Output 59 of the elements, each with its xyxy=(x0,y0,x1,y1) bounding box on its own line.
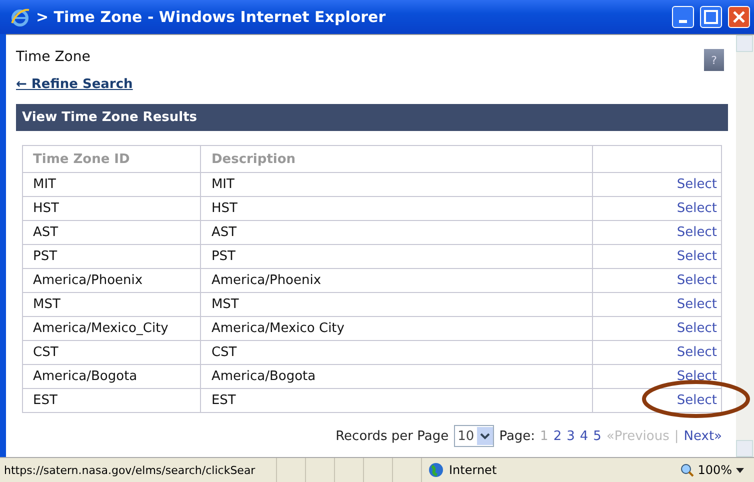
page-link[interactable]: 5 xyxy=(593,428,602,444)
section-header: View Time Zone Results xyxy=(16,104,728,131)
globe-icon xyxy=(428,462,444,478)
zoom-icon xyxy=(680,463,694,477)
table-cell: AST xyxy=(200,220,592,244)
select-link[interactable]: Select xyxy=(676,201,717,216)
page-link[interactable]: 4 xyxy=(580,428,588,444)
close-button[interactable] xyxy=(728,6,750,28)
separator: | xyxy=(674,428,679,444)
table-cell: CST xyxy=(200,340,592,364)
records-per-page-label: Records per Page xyxy=(336,428,449,444)
table-cell: America/Bogota xyxy=(22,364,201,388)
records-per-page-dropdown[interactable]: 10 xyxy=(454,425,494,447)
table-cell: EST xyxy=(200,388,592,412)
table-cell: CST xyxy=(22,340,201,364)
select-link[interactable]: Select xyxy=(676,177,717,192)
select-link[interactable]: Select xyxy=(676,297,717,312)
page-label: Page: xyxy=(499,428,536,444)
browser-icon xyxy=(10,7,30,27)
select-link[interactable]: Select xyxy=(676,369,717,384)
maximize-button[interactable] xyxy=(700,6,722,28)
zoom-level: 100% xyxy=(698,463,732,477)
window-title: > Time Zone - Windows Internet Explorer xyxy=(36,8,387,26)
refine-search-link[interactable]: ← Refine Search xyxy=(16,77,133,92)
column-header: Time Zone ID xyxy=(22,146,201,172)
table-cell: MIT xyxy=(200,172,592,196)
select-link[interactable]: Select xyxy=(676,225,717,240)
minimize-icon xyxy=(679,20,687,22)
table-cell: America/Phoenix xyxy=(200,268,592,292)
table-cell: AST xyxy=(22,220,201,244)
table-cell: America/Phoenix xyxy=(22,268,201,292)
maximize-icon xyxy=(704,10,718,24)
column-header: Description xyxy=(200,146,592,172)
select-link[interactable]: Select xyxy=(676,273,717,288)
table-cell: MST xyxy=(22,292,201,316)
table-cell: America/Mexico_City xyxy=(22,316,201,340)
table-cell: MIT xyxy=(22,172,201,196)
select-link[interactable]: Select xyxy=(676,321,717,336)
table-cell: America/Bogota xyxy=(200,364,592,388)
page-title: Time Zone xyxy=(16,49,90,65)
table-cell: PST xyxy=(200,244,592,268)
table-cell: EST xyxy=(22,388,201,412)
page-link[interactable]: 3 xyxy=(566,428,575,444)
table-cell: HST xyxy=(22,196,201,220)
select-link[interactable]: Select xyxy=(676,393,717,408)
chevron-down-icon xyxy=(480,432,490,440)
close-icon xyxy=(733,11,745,23)
security-zone: Internet xyxy=(449,463,497,477)
select-link[interactable]: Select xyxy=(676,345,717,360)
table-cell: HST xyxy=(200,196,592,220)
table-cell: America/Mexico City xyxy=(200,316,592,340)
select-link[interactable]: Select xyxy=(676,249,717,264)
table-cell: MST xyxy=(200,292,592,316)
dropdown-icon xyxy=(736,468,744,472)
minimize-button[interactable] xyxy=(672,6,694,28)
page-link[interactable]: 2 xyxy=(553,428,562,444)
status-url: https://satern.nasa.gov/elms/search/clickSear xyxy=(3,464,256,476)
table-cell: PST xyxy=(22,244,201,268)
next-link[interactable]: Next» xyxy=(684,428,722,444)
